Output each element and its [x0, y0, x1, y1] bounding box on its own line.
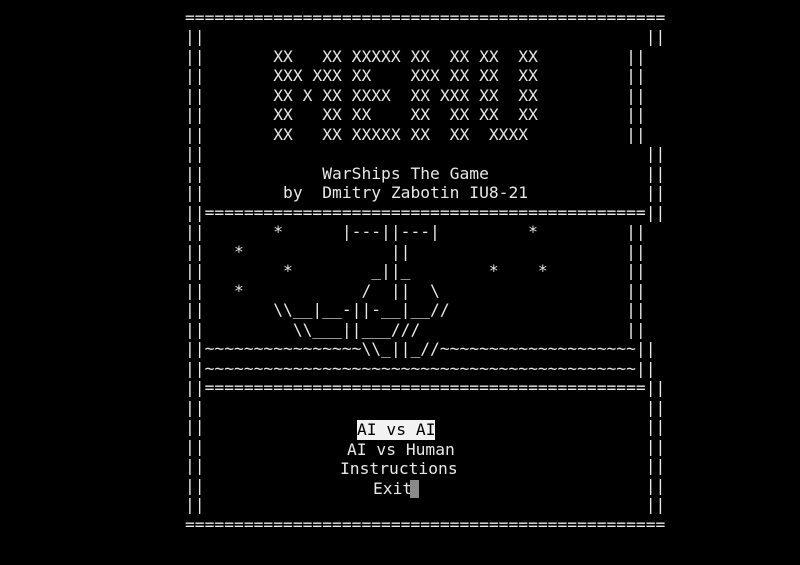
ship-art-line-2: || * || || — [185, 242, 646, 261]
ship-art-waves-2: ||~~~~~~~~~~~~~~~~~~~~~~~~~~~~~~~~~~~~~~… — [185, 359, 656, 378]
section-separator: ||======================================… — [185, 378, 666, 397]
ship-art-line-5: || \\__|__-||-__|__// || — [185, 300, 646, 319]
section-separator: ||======================================… — [185, 203, 666, 222]
bottom-border: ========================================… — [185, 515, 666, 534]
side-border-line: || || — [185, 476, 666, 495]
logo-line-4: || XX XX XX XX XX XX XX || — [185, 105, 646, 124]
logo-line-3: || XX X XX XXXX XX XXX XX XX || — [185, 86, 646, 105]
menu-item-ai-vs-ai[interactable]: AI vs AI — [357, 420, 436, 440]
ship-art-line-3: || * _||_ * * || — [185, 261, 646, 280]
side-border-line: || || — [185, 27, 666, 46]
ship-art-line-1: || * |---||---| * || — [185, 222, 646, 241]
ship-art-line-6: || \\___||___/// || — [185, 320, 646, 339]
terminal-screen: ========================================… — [185, 8, 665, 538]
logo-line-5: || XX XX XXXXX XX XX XXXX || — [185, 125, 646, 144]
ship-art-waves-1: ||~~~~~~~~~~~~~~~~\\_||_//~~~~~~~~~~~~~~… — [185, 339, 656, 358]
text-cursor — [410, 480, 419, 498]
side-border-line: || || — [185, 495, 666, 514]
menu-item-ai-vs-human[interactable]: AI vs Human — [347, 440, 455, 460]
logo-line-2: || XXX XXX XX XXX XX XX XX || — [185, 66, 646, 85]
side-border-line: || || — [185, 398, 666, 417]
menu-item-instructions[interactable]: Instructions — [340, 459, 458, 479]
ship-art-line-4: || * / || \ || — [185, 281, 646, 300]
menu-item-exit[interactable]: Exit — [373, 479, 412, 499]
top-border: ========================================… — [185, 8, 666, 27]
logo-line-1: || XX XX XXXXX XX XX XX XX || — [185, 47, 646, 66]
game-author: || by Dmitry Zabotin IU8-21 || — [185, 183, 666, 202]
side-border-line: || || — [185, 144, 666, 163]
game-title: || WarShips The Game || — [185, 164, 666, 183]
